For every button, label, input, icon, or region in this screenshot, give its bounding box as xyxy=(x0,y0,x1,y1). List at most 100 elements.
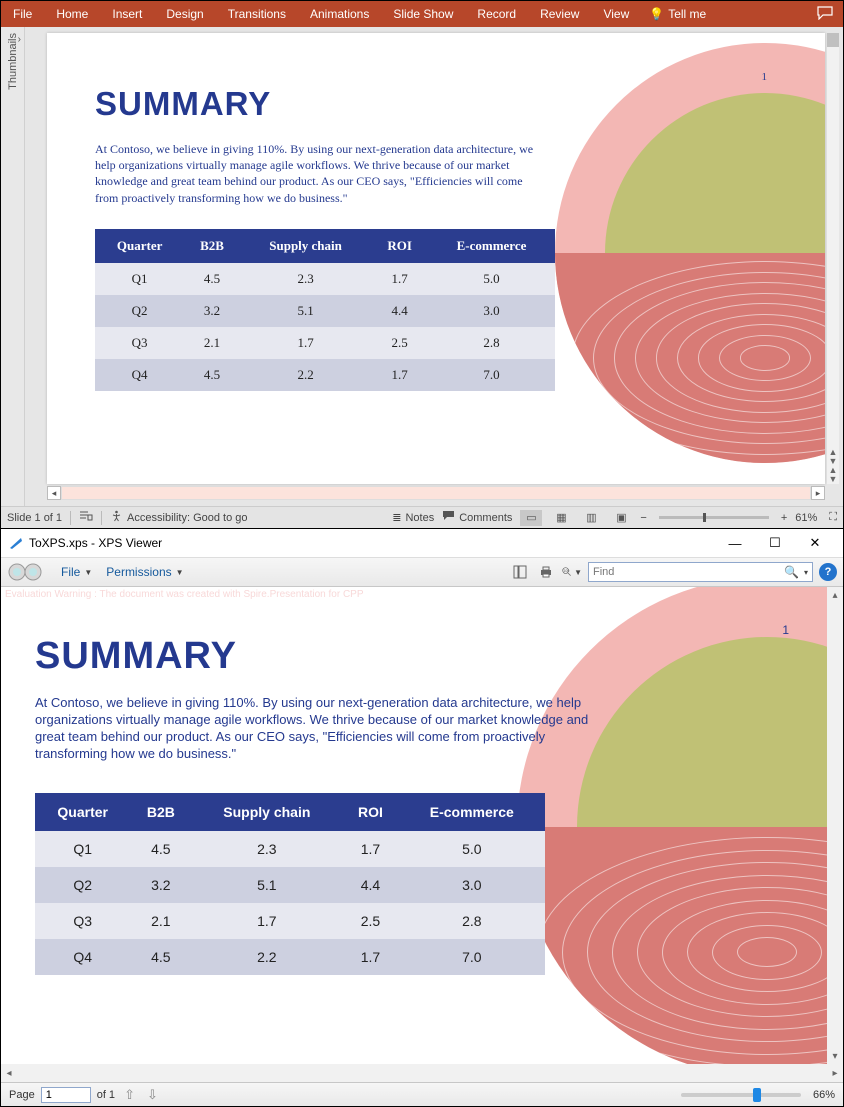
table-cell: 4.5 xyxy=(184,263,240,295)
table-cell: 4.4 xyxy=(342,867,398,903)
zoom-in-icon[interactable]: + xyxy=(781,512,787,524)
slide-paragraph[interactable]: At Contoso, we believe in giving 110%. B… xyxy=(95,141,535,206)
fit-to-window-icon[interactable]: ⛶ xyxy=(825,511,837,524)
comments-button[interactable]: Comments xyxy=(442,510,512,525)
outline-view-icon[interactable] xyxy=(510,562,530,582)
xps-status-bar: Page of 1 ⇧ ⇩ 66% xyxy=(1,1082,843,1106)
zoom-icon[interactable]: 100 ▼ xyxy=(562,562,582,582)
scroll-right-icon[interactable]: ▸ xyxy=(811,486,825,500)
comments-label: Comments xyxy=(459,512,512,524)
dropdown-icon: ▼ xyxy=(574,568,582,577)
table-row: Q44.52.21.77.0 xyxy=(95,359,555,391)
ribbon-tab-animations[interactable]: Animations xyxy=(298,1,381,27)
dropdown-icon[interactable]: ▾ xyxy=(804,568,808,577)
slide-table[interactable]: Quarter B2B Supply chain ROI E-commerce … xyxy=(95,229,555,391)
horizontal-scrollbar[interactable]: ◂ ▸ xyxy=(47,486,825,500)
print-icon[interactable] xyxy=(536,562,556,582)
xps-paragraph: At Contoso, we believe in giving 110%. B… xyxy=(35,695,595,763)
tell-me[interactable]: 💡 Tell me xyxy=(641,7,714,21)
table-row: Q32.11.72.52.8 xyxy=(95,327,555,359)
table-header: Supply chain xyxy=(191,793,342,831)
zoom-knob[interactable] xyxy=(703,513,706,522)
notes-button[interactable]: ≣ Notes xyxy=(392,511,434,524)
table-cell: 4.5 xyxy=(130,831,191,867)
scroll-left-icon[interactable]: ◂ xyxy=(47,486,61,500)
scroll-left-icon[interactable]: ◂ xyxy=(1,1065,17,1081)
zoom-out-icon[interactable]: − xyxy=(640,512,646,524)
table-cell: 1.7 xyxy=(371,263,428,295)
vertical-scrollbar[interactable]: ▴ ▾ xyxy=(827,587,843,1064)
spellcheck-icon[interactable] xyxy=(79,510,93,525)
zoom-slider[interactable] xyxy=(659,516,769,519)
vertical-scrollbar[interactable]: ▲▼▲▼ xyxy=(827,33,839,484)
help-icon[interactable]: ? xyxy=(819,563,837,581)
accessibility-button[interactable]: Accessibility: Good to go xyxy=(110,510,247,526)
table-row: Q14.52.31.75.0 xyxy=(95,263,555,295)
ribbon-tab-view[interactable]: View xyxy=(591,1,641,27)
zoom-knob[interactable] xyxy=(753,1088,761,1102)
table-cell: 3.2 xyxy=(184,295,240,327)
ribbon-tab-design[interactable]: Design xyxy=(154,1,215,27)
minimize-button[interactable]: — xyxy=(715,529,755,557)
scroll-up-icon[interactable]: ▴ xyxy=(827,587,843,603)
page-input[interactable] xyxy=(41,1087,91,1103)
find-box[interactable]: Find 🔍 ▾ xyxy=(588,562,813,582)
slide[interactable]: 1 SUMMARY At Contoso, we believe in givi… xyxy=(47,33,825,484)
file-menu[interactable]: File ▼ xyxy=(57,565,96,579)
ribbon-tab-review[interactable]: Review xyxy=(528,1,591,27)
prev-page-icon[interactable]: ⇧ xyxy=(121,1087,138,1103)
xps-page[interactable]: Evaluation Warning : The document was cr… xyxy=(1,587,827,1064)
accessibility-label: Accessibility: Good to go xyxy=(127,512,247,524)
table-row: Q14.52.31.75.0 xyxy=(35,831,545,867)
next-page-icon[interactable]: ⇩ xyxy=(144,1087,161,1103)
slide-sorter-view-icon[interactable]: ▦ xyxy=(550,510,572,526)
table-header: E-commerce xyxy=(428,229,555,263)
ribbon-tab-slideshow[interactable]: Slide Show xyxy=(381,1,465,27)
table-row: Q23.25.14.43.0 xyxy=(35,867,545,903)
lightbulb-icon: 💡 xyxy=(649,7,664,21)
scroll-down-icon[interactable]: ▾ xyxy=(827,1048,843,1064)
table-cell: 5.0 xyxy=(399,831,545,867)
table-header: B2B xyxy=(130,793,191,831)
ribbon-tab-transitions[interactable]: Transitions xyxy=(216,1,298,27)
table-cell: 2.1 xyxy=(130,903,191,939)
xps-title: ToXPS.xps - XPS Viewer xyxy=(29,536,162,550)
close-button[interactable]: ✕ xyxy=(795,529,835,557)
scrollbar-track[interactable] xyxy=(61,486,811,500)
table-cell: 2.5 xyxy=(342,903,398,939)
table-header: B2B xyxy=(184,229,240,263)
table-header-row: Quarter B2B Supply chain ROI E-commerce xyxy=(95,229,555,263)
table-cell: Q1 xyxy=(95,263,184,295)
ribbon-tab-home[interactable]: Home xyxy=(44,1,100,27)
ribbon-tab-record[interactable]: Record xyxy=(465,1,528,27)
zoom-slider[interactable] xyxy=(681,1093,801,1097)
table-cell: 4.5 xyxy=(184,359,240,391)
page-total: of 1 xyxy=(97,1089,115,1101)
search-icon[interactable]: 🔍 xyxy=(782,565,801,579)
reading-view-icon[interactable]: ▥ xyxy=(580,510,602,526)
table-header: ROI xyxy=(342,793,398,831)
maximize-button[interactable]: ☐ xyxy=(755,529,795,557)
table-cell: 1.7 xyxy=(191,903,342,939)
scroll-right-icon[interactable]: ▸ xyxy=(827,1065,843,1081)
horizontal-scrollbar[interactable]: ◂ ▸ xyxy=(1,1064,843,1082)
tell-me-label: Tell me xyxy=(668,7,706,21)
table-cell: 3.2 xyxy=(130,867,191,903)
normal-view-icon[interactable]: ▭ xyxy=(520,510,542,526)
scroll-nav-arrows[interactable]: ▲▼▲▼ xyxy=(827,448,839,484)
permissions-menu[interactable]: Permissions ▼ xyxy=(102,565,187,579)
zoom-level[interactable]: 61% xyxy=(795,512,817,524)
table-cell: Q3 xyxy=(95,327,184,359)
comments-pane-icon[interactable] xyxy=(807,6,843,23)
ribbon-tab-insert[interactable]: Insert xyxy=(100,1,154,27)
slideshow-view-icon[interactable]: ▣ xyxy=(610,510,632,526)
binoculars-icon[interactable] xyxy=(7,560,51,584)
slide-title[interactable]: SUMMARY xyxy=(95,85,271,123)
ribbon-tab-file[interactable]: File xyxy=(1,1,44,27)
zoom-level: 66% xyxy=(813,1089,835,1101)
slide-page-number: 1 xyxy=(762,71,768,83)
thumbnails-panel[interactable]: › Thumbnails xyxy=(1,27,25,506)
scrollbar-thumb[interactable] xyxy=(827,33,839,47)
table-cell: Q2 xyxy=(35,867,130,903)
ribbon: File Home Insert Design Transitions Anim… xyxy=(1,1,843,27)
